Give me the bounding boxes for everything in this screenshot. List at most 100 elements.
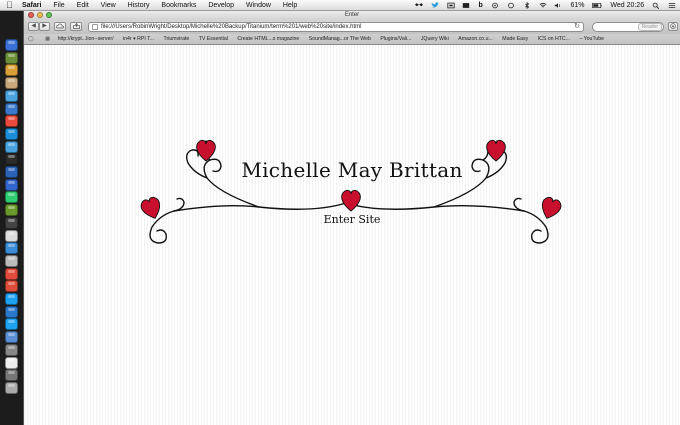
bookmark-item[interactable]: JQuery Wiki [421, 34, 449, 44]
forward-arrow-icon: ▶ [42, 23, 47, 29]
bookmark-item[interactable]: http://krypt...lion--server/ [58, 34, 114, 44]
menu-bookmarks[interactable]: Bookmarks [161, 2, 196, 9]
eye-icon[interactable] [491, 0, 499, 11]
menu-history[interactable]: History [128, 2, 150, 9]
back-button[interactable]: ◀ [28, 22, 39, 31]
battery-label[interactable]: 61% [570, 0, 584, 11]
dock-app-icon[interactable] [5, 242, 18, 255]
share-button[interactable] [70, 22, 82, 31]
bookmark-item[interactable]: in4r ▾ RPI T... [123, 34, 154, 44]
forward-button[interactable]: ▶ [39, 22, 50, 31]
dock-app-icon[interactable] [5, 318, 18, 331]
dock-app-icon[interactable] [5, 140, 18, 153]
dock-app-icon[interactable] [5, 254, 18, 267]
twitter-icon[interactable] [430, 0, 439, 11]
b-icon[interactable]: b [478, 0, 482, 11]
top-sites-icon[interactable]: ▦ [45, 34, 50, 44]
menu-app-safari[interactable]: Safari [22, 2, 41, 9]
dock-app-icon[interactable] [5, 356, 18, 369]
bookmarks-bar: ◯ ▦ http://krypt...lion--server/ in4r ▾ … [24, 34, 680, 45]
download-icon [670, 23, 676, 29]
dock-app-icon[interactable] [5, 191, 18, 204]
address-bar-url: file:///Users/RobinWright/Desktop/Michel… [101, 24, 362, 30]
dock-app-icon[interactable] [5, 77, 18, 90]
status-area: b 61% Wed 20:26 [409, 0, 676, 11]
list-menu-icon[interactable] [668, 0, 676, 11]
dock-app-icon[interactable] [5, 293, 18, 305]
bookmark-item[interactable]: Made Easy [502, 34, 528, 44]
close-window-button[interactable] [28, 12, 34, 18]
dock-app-icon[interactable] [5, 178, 18, 191]
downloads-button[interactable] [668, 22, 678, 31]
box-icon[interactable] [462, 0, 470, 11]
minimize-window-button[interactable] [37, 12, 43, 18]
apple-menu-icon[interactable]:  [6, 0, 13, 11]
battery-icon[interactable] [592, 0, 602, 11]
dock-app-icon[interactable] [5, 166, 18, 178]
address-bar[interactable]: file:///Users/RobinWright/Desktop/Michel… [88, 22, 584, 32]
cloud-icon [56, 23, 64, 29]
dock-app-icon[interactable] [5, 305, 18, 318]
dock-app-icon[interactable] [5, 64, 18, 77]
menu-window[interactable]: Window [246, 2, 271, 9]
zoom-window-button[interactable] [46, 12, 52, 18]
browser-toolbar: ◀ ▶ file:///Users/RobinWright/Desktop/Mi… [24, 20, 680, 34]
heart-icon [541, 196, 562, 219]
dock-app-icon[interactable] [5, 381, 18, 394]
dock-app-icon[interactable] [5, 127, 18, 140]
menu-file[interactable]: File [53, 2, 64, 9]
bluetooth-icon[interactable] [523, 0, 531, 11]
window-title: Enter [344, 12, 360, 18]
bookmark-item[interactable]: TV Essential [199, 34, 228, 44]
menubar:  Safari File Edit View History Bookmark… [0, 0, 680, 11]
dock-app-icon[interactable] [5, 204, 18, 217]
reader-button[interactable]: Reader [637, 23, 662, 31]
window-titlebar: Enter [24, 11, 680, 20]
wifi-icon[interactable] [539, 0, 547, 11]
menu-view[interactable]: View [101, 2, 116, 9]
dock-app-icon[interactable] [5, 369, 18, 382]
dock-app-icon[interactable] [5, 343, 18, 356]
menu-help[interactable]: Help [283, 2, 297, 9]
volume-icon[interactable] [554, 0, 562, 11]
bookmark-item[interactable]: SoundManag...or The Web [309, 34, 371, 44]
sync-icon[interactable] [507, 0, 515, 11]
bookmark-item[interactable]: Amazon.co.u... [458, 34, 493, 44]
bookmark-item[interactable]: Create HTML...s magazine [237, 34, 299, 44]
bookmark-item[interactable]: Plugins/Vali... [380, 34, 411, 44]
dock-app-icon[interactable] [5, 39, 18, 51]
dock-app-icon[interactable] [5, 229, 18, 242]
stack-icon[interactable] [446, 0, 455, 11]
web-page: Michelle May Brittan Enter Site [24, 45, 680, 425]
dock-app-icon[interactable] [5, 153, 18, 166]
dock-app-icon[interactable] [5, 280, 18, 293]
dock [0, 11, 24, 425]
dock-app-icon[interactable] [5, 115, 18, 128]
menu-develop[interactable]: Develop [208, 2, 234, 9]
dock-app-icon[interactable] [5, 102, 18, 115]
spotlight-icon[interactable] [652, 0, 660, 11]
bookmark-item[interactable]: – YouTube [579, 34, 604, 44]
reload-icon[interactable]: ↻ [574, 23, 580, 31]
menu-edit[interactable]: Edit [77, 2, 89, 9]
reading-list-icon[interactable]: ◯ [28, 34, 34, 44]
dock-app-icon[interactable] [5, 331, 18, 344]
file-favicon-icon [92, 24, 98, 30]
bookmark-item[interactable]: Triumvirate [164, 34, 190, 44]
dropbox-icon[interactable] [414, 0, 423, 11]
share-icon [72, 22, 80, 29]
scroll-ornament [140, 139, 562, 244]
heart-icon [196, 139, 216, 162]
menubar-menus: Safari File Edit View History Bookmarks … [22, 0, 307, 11]
clock[interactable]: Wed 20:26 [610, 0, 644, 11]
site-title: Michelle May Brittan [241, 158, 463, 182]
enter-site-link[interactable]: Enter Site [302, 213, 402, 226]
dock-app-icon[interactable] [5, 89, 18, 102]
icloud-tabs-button[interactable] [54, 22, 66, 31]
heart-icon [341, 189, 361, 212]
dock-app-icon[interactable] [5, 51, 18, 64]
search-field[interactable]: Reader [592, 22, 664, 32]
dock-app-icon[interactable] [5, 216, 18, 229]
dock-app-icon[interactable] [5, 267, 18, 280]
bookmark-item[interactable]: ICS on HTC... [538, 34, 570, 44]
